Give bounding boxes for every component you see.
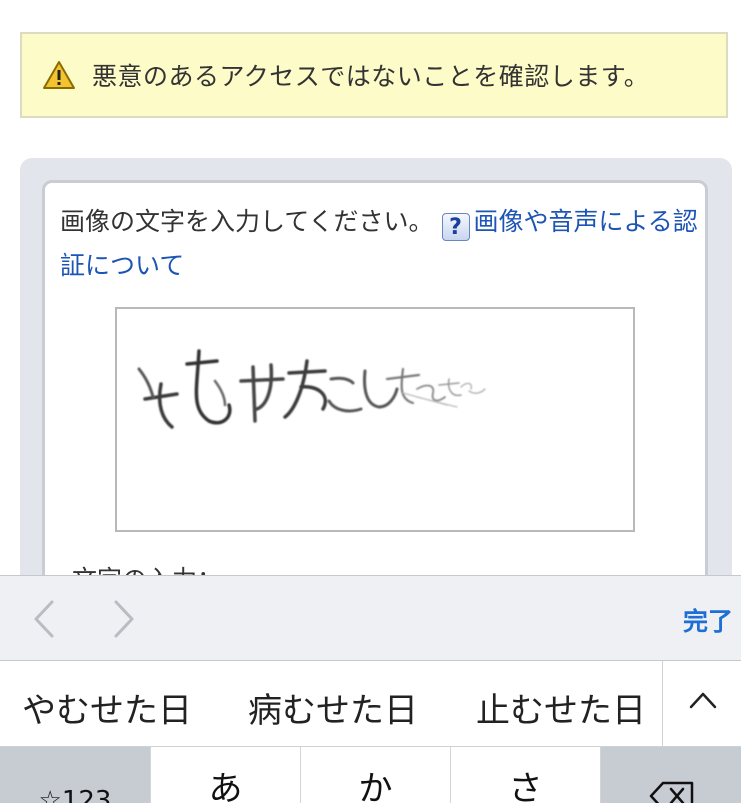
suggestion-item[interactable]: 止むせた日 [476, 683, 646, 732]
delete-key[interactable] [601, 747, 741, 803]
key-label: か [358, 769, 393, 803]
captcha-image [115, 307, 635, 532]
chevron-left-icon[interactable] [28, 598, 58, 640]
captcha-instruction: 画像の文字を入力してください。? 画像や音声による認証について [60, 200, 700, 288]
chevron-up-icon [689, 692, 717, 709]
keyboard: ☆123 あ か さ [0, 747, 741, 803]
instruction-text: 画像の文字を入力してください。 [60, 207, 434, 236]
warning-banner: 悪意のあるアクセスではないことを確認します。 [20, 32, 728, 118]
expand-suggestions-button[interactable] [662, 661, 741, 746]
backspace-icon [649, 781, 694, 803]
help-icon[interactable]: ? [441, 213, 470, 241]
chevron-right-icon[interactable] [110, 598, 140, 640]
suggestion-bar: やむせた日 病むせた日 止むせた日 [0, 661, 741, 747]
warning-icon [43, 61, 75, 89]
form-nav-toolbar: 完了 [0, 575, 741, 661]
key-a[interactable]: あ [151, 747, 300, 803]
captcha-graphic [137, 349, 486, 429]
suggestion-item[interactable]: やむせた日 [22, 683, 192, 732]
key-symbols[interactable]: ☆123 [0, 747, 150, 803]
key-label: あ [208, 769, 243, 803]
key-sa[interactable]: さ [451, 747, 600, 803]
key-label: ☆123 [38, 786, 112, 803]
key-ka[interactable]: か [301, 747, 450, 803]
key-label: さ [508, 769, 543, 803]
warning-text: 悪意のあるアクセスではないことを確認します。 [92, 62, 650, 91]
suggestion-item[interactable]: 病むせた日 [248, 683, 418, 732]
done-button[interactable]: 完了 [683, 602, 733, 638]
